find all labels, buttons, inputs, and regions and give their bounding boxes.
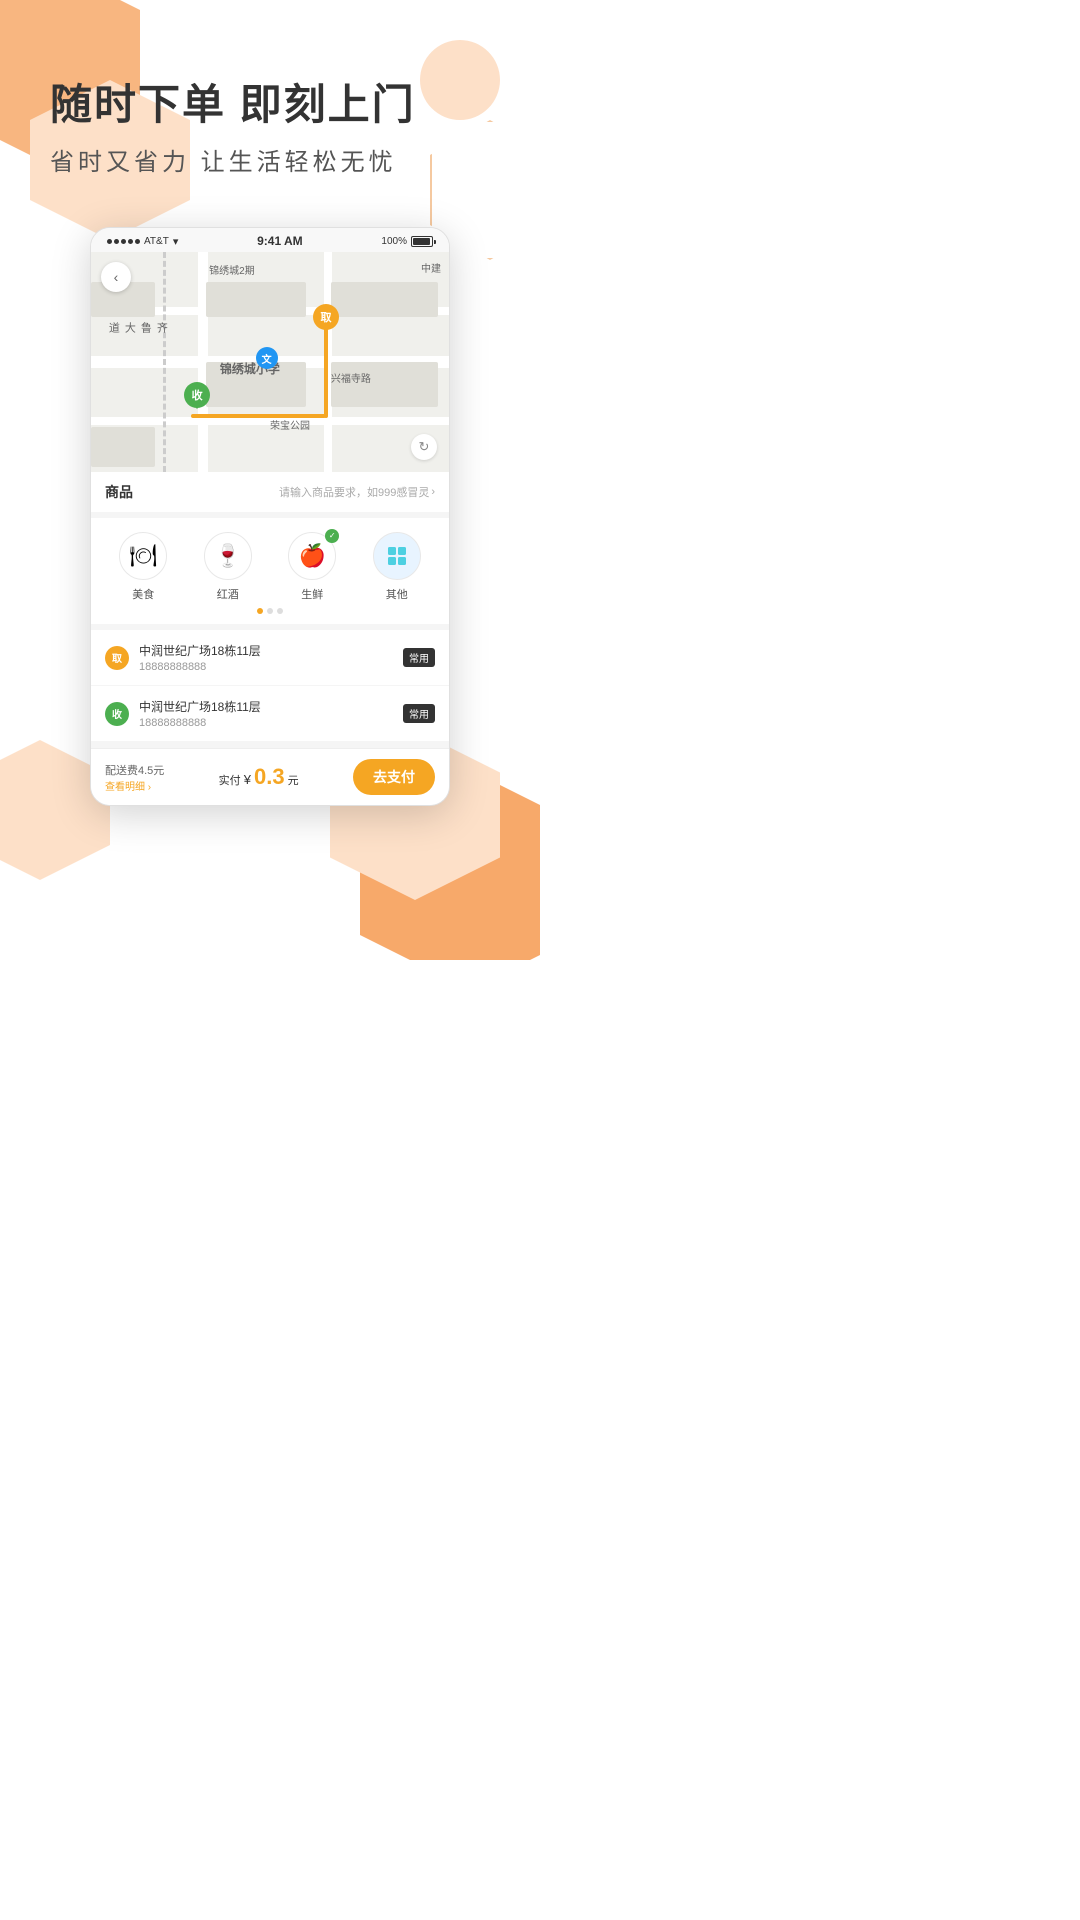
map-label-zhongjian: 中建 xyxy=(421,260,441,275)
time-display: 9:41 AM xyxy=(257,234,303,248)
dropoff-pin-badge: 收 xyxy=(105,702,129,726)
culture-pin: 文 xyxy=(256,347,278,369)
food-icon-wrap: 🍽 xyxy=(119,532,167,580)
map-label-qilu: 齐鲁大道 xyxy=(105,322,169,333)
route-line-vertical xyxy=(324,328,328,418)
pickup-address-name: 中润世纪广场18栋11层 xyxy=(139,642,393,659)
signal-dot-3 xyxy=(121,239,126,244)
battery-percent: 100% xyxy=(381,236,407,247)
fresh-icon-wrap: 🍎 xyxy=(288,532,336,580)
wine-icon-wrap: 🍷 xyxy=(204,532,252,580)
road-dashed xyxy=(163,252,166,472)
delivery-detail-link[interactable]: 查看明细 › xyxy=(105,778,164,793)
food-icon: 🍽 xyxy=(129,543,157,569)
status-bar: AT&T ▾ 9:41 AM 100% xyxy=(91,228,449,252)
bottom-bar: 配送费4.5元 查看明细 › 实付 ¥ 0.3 元 去支付 xyxy=(91,748,449,805)
map-label-jinxiu2: 锦绣城2期 xyxy=(209,262,255,277)
status-right: 100% xyxy=(381,236,433,247)
pickup-address-info: 中润世纪广场18栋11层 18888888888 xyxy=(139,642,393,673)
other-label: 其他 xyxy=(386,586,408,602)
product-section: 商品 请输入商品要求，如999感冒灵 › xyxy=(91,472,449,518)
signal-dot-1 xyxy=(107,239,112,244)
map-label-xingfu: 兴福寺路 xyxy=(331,370,371,385)
category-grid: 🍽 美食 🍷 红酒 🍎 生鲜 xyxy=(101,532,439,602)
pickup-phone: 18888888888 xyxy=(139,661,393,673)
battery-icon xyxy=(411,236,433,247)
route-line-horizontal xyxy=(191,414,326,418)
delivery-fee-label: 配送费4.5元 xyxy=(105,762,164,778)
price-display: 实付 ¥ 0.3 元 xyxy=(219,764,299,790)
signal-dot-2 xyxy=(114,239,119,244)
signal-dot-5 xyxy=(135,239,140,244)
dropoff-address-name: 中润世纪广场18栋11层 xyxy=(139,698,393,715)
fresh-label: 生鲜 xyxy=(301,586,323,602)
grid-icon xyxy=(385,544,409,568)
wine-icon: 🍷 xyxy=(214,543,241,569)
signal-dot-4 xyxy=(128,239,133,244)
phone-screen: AT&T ▾ 9:41 AM 100% xyxy=(90,227,450,806)
wifi-icon: ▾ xyxy=(173,235,179,248)
price-amount: 0.3 xyxy=(254,764,285,789)
refresh-icon: ↻ xyxy=(419,439,430,455)
phone-mockup: AT&T ▾ 9:41 AM 100% xyxy=(90,227,450,806)
map-block-5 xyxy=(91,427,155,467)
category-fresh[interactable]: 🍎 生鲜 xyxy=(288,532,336,602)
other-icon-wrap xyxy=(373,532,421,580)
pay-button[interactable]: 去支付 xyxy=(353,759,435,795)
delivery-info: 配送费4.5元 查看明细 › xyxy=(105,762,164,793)
back-icon: ‹ xyxy=(114,269,119,285)
dot-2 xyxy=(277,608,283,614)
status-left: AT&T ▾ xyxy=(107,235,178,248)
pickup-address[interactable]: 取 中润世纪广场18栋11层 18888888888 常用 xyxy=(91,630,449,686)
wine-label: 红酒 xyxy=(217,586,239,602)
price-unit: 元 xyxy=(288,775,299,787)
dropoff-address[interactable]: 收 中润世纪广场18栋11层 18888888888 常用 xyxy=(91,686,449,742)
food-label: 美食 xyxy=(132,586,154,602)
product-hint: 请输入商品要求，如999感冒灵 › xyxy=(279,484,435,500)
dropoff-address-info: 中润世纪广场18栋11层 18888888888 xyxy=(139,698,393,729)
hero-title: 随时下单 即刻上门 xyxy=(50,80,490,130)
carrier-label: AT&T xyxy=(144,236,169,247)
map-label-rongbao: 荣宝公园 xyxy=(270,417,310,432)
pagination-dots xyxy=(101,608,439,614)
category-wine[interactable]: 🍷 红酒 xyxy=(204,532,252,602)
map-block-1 xyxy=(206,282,306,317)
hero-section: 随时下单 即刻上门 省时又省力 让生活轻松无忧 xyxy=(0,0,540,197)
chevron-right-icon: › xyxy=(431,486,435,498)
categories-section: 🍽 美食 🍷 红酒 🍎 生鲜 xyxy=(91,518,449,630)
currency-symbol: ¥ xyxy=(244,772,251,787)
fresh-icon: 🍎 xyxy=(299,543,326,569)
category-food[interactable]: 🍽 美食 xyxy=(119,532,167,602)
dropoff-phone: 18888888888 xyxy=(139,717,393,729)
product-row: 商品 请输入商品要求，如999感冒灵 › xyxy=(105,482,435,502)
dropoff-tag: 常用 xyxy=(403,704,435,723)
product-label: 商品 xyxy=(105,482,133,502)
pickup-tag: 常用 xyxy=(403,648,435,667)
battery-fill xyxy=(413,238,430,245)
map-area: 锦绣城2期 齐鲁大道 锦绣城小学 兴福寺路 荣宝公园 中建 取 收 文 xyxy=(91,252,449,472)
page-container: 随时下单 即刻上门 省时又省力 让生活轻松无忧 AT&T ▾ xyxy=(0,0,540,960)
map-block-2 xyxy=(331,282,438,317)
signal-dots xyxy=(107,239,140,244)
dot-1 xyxy=(267,608,273,614)
addresses-section: 取 中润世纪广场18栋11层 18888888888 常用 收 中润世纪广场18… xyxy=(91,630,449,748)
actual-pay-label: 实付 xyxy=(219,775,241,787)
dot-active xyxy=(257,608,263,614)
category-other[interactable]: 其他 xyxy=(373,532,421,602)
pickup-pin-badge: 取 xyxy=(105,646,129,670)
hero-subtitle: 省时又省力 让生活轻松无忧 xyxy=(50,142,490,177)
